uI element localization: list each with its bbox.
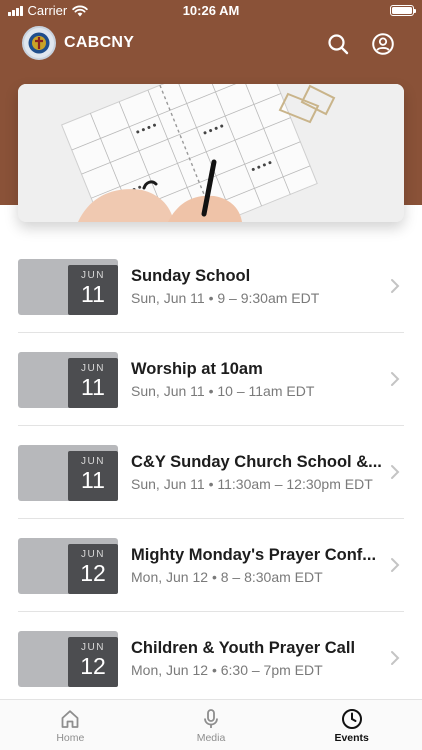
event-title: Children & Youth Prayer Call [131,639,356,657]
event-title: Sunday School [131,267,251,285]
tab-home[interactable]: Home [0,700,141,750]
event-row[interactable]: JUN 11 Sunday School Sun, Jun 11 • 9 – 9… [0,240,422,333]
tab-events[interactable]: Events [281,700,422,750]
app-title: CABCNY [64,34,135,51]
event-row[interactable]: JUN 12 Children & Youth Prayer Call Mon,… [0,612,422,705]
date-badge: JUN 11 [68,451,118,501]
event-thumbnail: JUN 11 [18,352,118,408]
clock-icon [341,709,362,729]
search-icon [328,34,349,55]
event-time: Mon, Jun 12 • 6:30 – 7pm EDT [131,662,323,678]
event-title: C&Y Sunday Church School &... [131,453,382,471]
profile-button[interactable] [371,32,395,56]
chevron-right-icon [391,465,400,479]
event-row[interactable]: JUN 11 C&Y Sunday Church School &... Sun… [0,426,422,519]
tab-media[interactable]: Media [141,700,282,750]
app-header: CABCNY [0,22,422,66]
chevron-right-icon [391,279,400,293]
crest-icon [28,32,50,54]
event-thumbnail: JUN 11 [18,445,118,501]
church-logo[interactable] [22,26,56,60]
tab-bar: Home Media Events [0,699,422,750]
date-badge: JUN 11 [68,358,118,408]
profile-icon [372,33,394,55]
chevron-right-icon [391,651,400,665]
event-time: Sun, Jun 11 • 10 – 11am EDT [131,383,315,399]
home-icon [61,710,79,728]
event-time: Sun, Jun 11 • 9 – 9:30am EDT [131,290,320,306]
chevron-right-icon [391,558,400,572]
event-title: Worship at 10am [131,360,263,378]
microphone-icon [204,709,218,728]
hero-banner[interactable] [18,84,404,222]
events-list: JUN 11 Sunday School Sun, Jun 11 • 9 – 9… [0,240,422,705]
date-badge: JUN 12 [68,544,118,594]
event-title: Mighty Monday's Prayer Conf... [131,546,377,564]
event-thumbnail: JUN 11 [18,259,118,315]
planner-calendar-photo [18,84,404,222]
chevron-right-icon [391,372,400,386]
event-thumbnail: JUN 12 [18,631,118,687]
event-thumbnail: JUN 12 [18,538,118,594]
event-row[interactable]: JUN 12 Mighty Monday's Prayer Conf... Mo… [0,519,422,612]
status-bar: Carrier 10:26 AM [0,0,422,22]
date-badge: JUN 11 [68,265,118,315]
status-time: 10:26 AM [182,3,240,18]
event-time: Mon, Jun 12 • 8 – 8:30am EDT [131,569,323,585]
date-badge: JUN 12 [68,637,118,687]
event-row[interactable]: JUN 11 Worship at 10am Sun, Jun 11 • 10 … [0,333,422,426]
battery-icon [390,5,416,16]
event-time: Sun, Jun 11 • 11:30am – 12:30pm EDT [131,476,373,492]
search-button[interactable] [326,32,350,56]
